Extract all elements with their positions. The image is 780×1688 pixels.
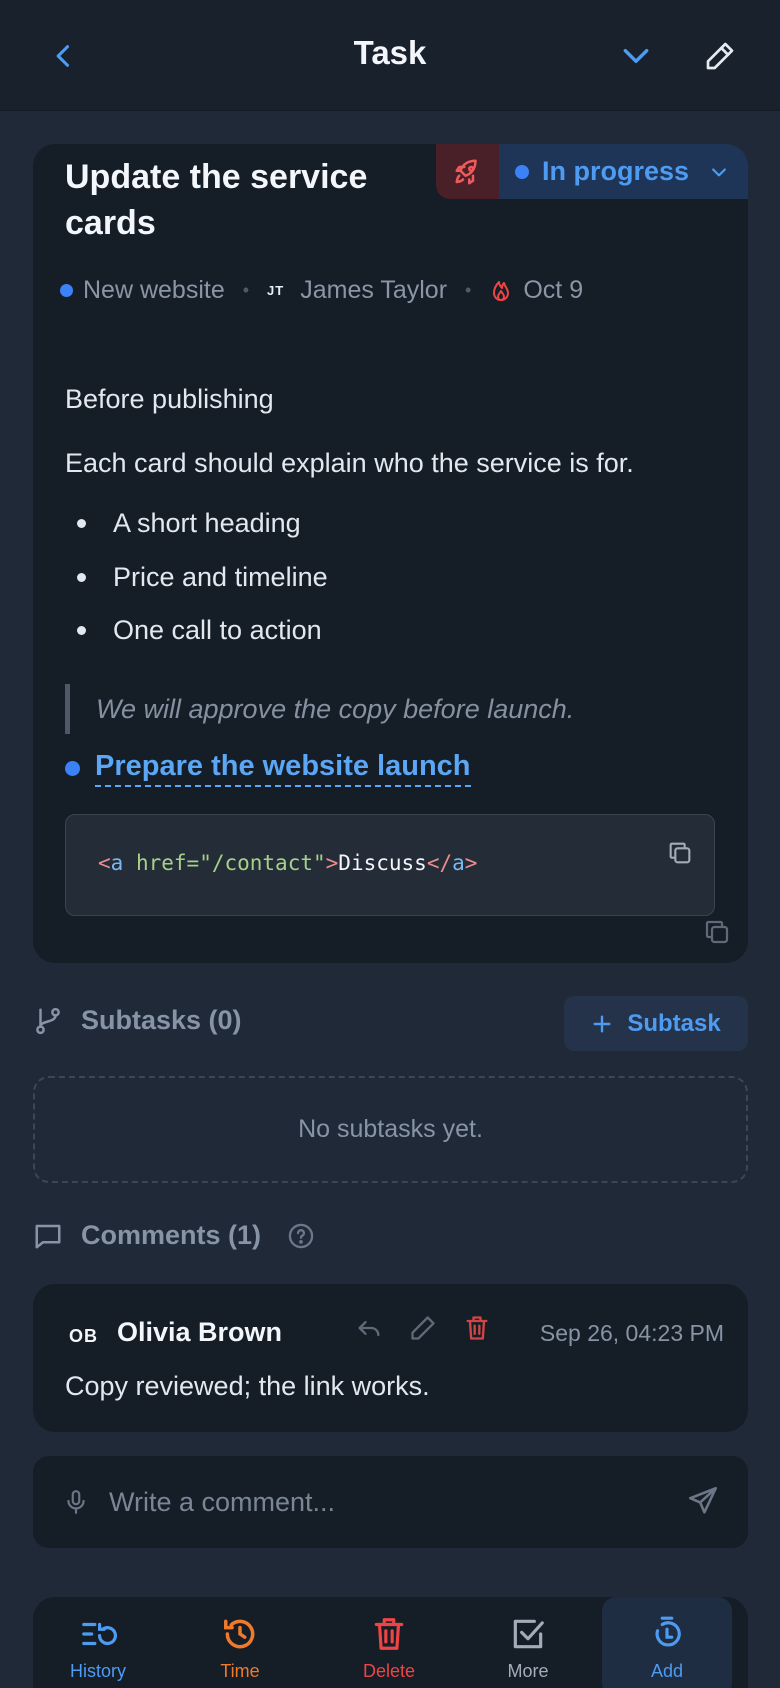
due-date[interactable]: Oct 9 <box>523 276 583 305</box>
trash-icon <box>374 1618 404 1650</box>
more-button[interactable]: More <box>463 1597 593 1688</box>
list-item: Price and timeline <box>65 562 328 593</box>
separator: • <box>242 279 250 300</box>
pencil-icon[interactable] <box>409 1314 437 1342</box>
add-subtask-label: Subtask <box>627 1009 721 1037</box>
description-paragraph: Before publishing <box>65 384 274 414</box>
assignee-name[interactable]: James Taylor <box>300 276 447 305</box>
reply-icon[interactable] <box>355 1314 383 1342</box>
status-dot <box>515 164 529 179</box>
comment-icon <box>35 1224 61 1248</box>
code-content: <a href="/contact">Discuss</a> <box>98 851 478 875</box>
subtasks-header: Subtasks (0) <box>33 1005 242 1036</box>
delete-label: Delete <box>362 1661 416 1681</box>
rocket-icon <box>455 159 477 184</box>
status-controls: In progress <box>436 144 748 199</box>
check-square-icon <box>513 1619 544 1649</box>
status-dropdown[interactable]: In progress <box>499 144 748 199</box>
comment-composer <box>33 1456 748 1548</box>
blockquote: We will approve the copy before launch. <box>65 684 574 734</box>
comments-header: Comments (1) <box>33 1220 333 1251</box>
edit-button[interactable] <box>696 32 744 80</box>
project-name[interactable]: New website <box>83 276 225 305</box>
page-title: Task <box>353 34 427 71</box>
priority-button[interactable] <box>436 144 499 199</box>
app-header: Task <box>0 0 780 111</box>
time-button[interactable]: Time <box>175 1597 305 1688</box>
chevron-down-icon <box>623 48 649 64</box>
clock-icon <box>224 1619 255 1649</box>
copy-icon <box>705 920 729 944</box>
copy-icon <box>669 842 691 864</box>
add-button[interactable]: Add <box>602 1597 732 1688</box>
status-label: In progress <box>542 156 690 186</box>
task-title: Update the service cards <box>65 158 368 242</box>
copy-code-button[interactable] <box>666 839 694 867</box>
linked-task-link[interactable]: Prepare the website launch <box>95 750 471 787</box>
comments-title: Comments (1) <box>81 1220 262 1250</box>
copy-description-button[interactable] <box>702 917 732 947</box>
flame-icon <box>493 281 510 301</box>
comment-actions <box>355 1314 491 1342</box>
subtasks-title: Subtasks (0) <box>81 1005 242 1035</box>
send-icon[interactable] <box>686 1484 720 1518</box>
bottom-toolbar: History Time Delete More Add <box>33 1597 748 1688</box>
code-block: <a href="/contact">Discuss</a> <box>65 814 715 916</box>
time-label: Time <box>220 1661 260 1681</box>
comment-item: OB Olivia Brown Sep 26, 04:23 PM Copy re… <box>33 1284 748 1432</box>
comment-input[interactable] <box>109 1486 649 1518</box>
list-item: A short heading <box>65 508 301 539</box>
mic-icon[interactable] <box>63 1489 89 1515</box>
more-label: More <box>507 1661 549 1681</box>
chevron-down-icon <box>712 167 726 176</box>
comment-text: Copy reviewed; the link works. <box>65 1371 430 1401</box>
help-icon[interactable] <box>287 1222 315 1250</box>
add-label: Add <box>650 1661 684 1681</box>
add-subtask-button[interactable]: Subtask <box>564 996 748 1051</box>
task-card: Update the service cards In progress New… <box>33 144 748 963</box>
project-dot <box>60 283 73 297</box>
history-button[interactable]: History <box>33 1597 163 1688</box>
comment-author: Olivia Brown <box>117 1317 283 1347</box>
history-label: History <box>69 1661 126 1681</box>
separator: • <box>465 279 472 300</box>
trash-icon[interactable] <box>463 1314 491 1342</box>
history-icon <box>82 1622 117 1646</box>
plus-icon <box>593 1014 611 1033</box>
timer-icon <box>655 1616 681 1647</box>
description-paragraph: Each card should explain who the service… <box>65 448 634 478</box>
subtasks-empty-state: No subtasks yet. <box>33 1076 748 1183</box>
list-item: One call to action <box>65 615 322 646</box>
linked-task-dot <box>65 761 80 776</box>
comment-timestamp: Sep 26, 04:23 PM <box>539 1320 724 1346</box>
collapse-button[interactable] <box>612 32 660 80</box>
assignee-avatar: JT <box>267 282 285 298</box>
linked-task[interactable]: Prepare the website launch <box>65 750 471 787</box>
branch-icon <box>36 1007 60 1034</box>
edit-icon <box>706 42 734 70</box>
empty-text: No subtasks yet. <box>298 1115 483 1143</box>
delete-button[interactable]: Delete <box>324 1597 454 1688</box>
task-meta: New website • JT James Taylor • Oct 9 <box>60 272 583 308</box>
avatar: OB <box>69 1326 98 1346</box>
